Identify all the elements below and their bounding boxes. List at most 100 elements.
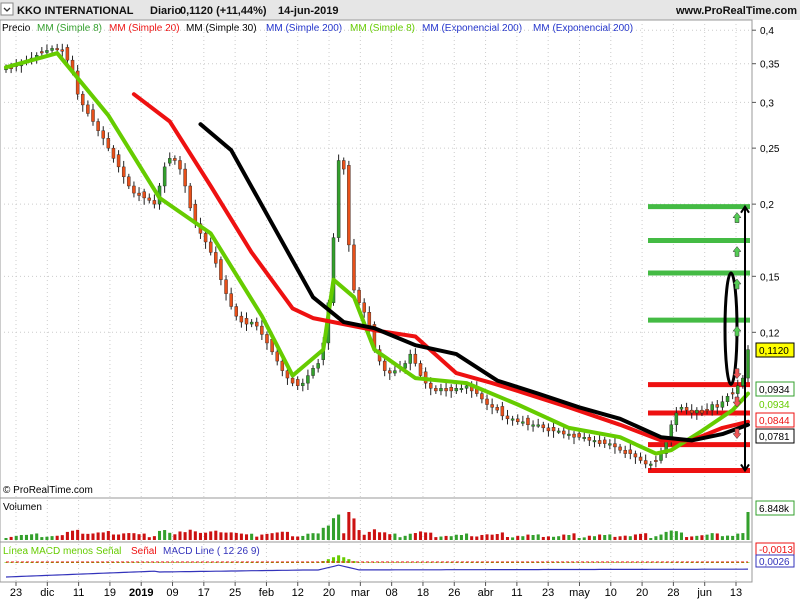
volume-bar xyxy=(132,533,136,540)
volume-bar xyxy=(618,536,622,540)
macd-legend-signal: Señal xyxy=(131,546,157,557)
volume-bar xyxy=(685,537,689,540)
candle-down xyxy=(280,360,285,371)
candle-down xyxy=(106,138,111,149)
volume-bar xyxy=(86,533,90,540)
svg-text:0,0844: 0,0844 xyxy=(759,416,790,427)
volume-bar xyxy=(347,512,351,540)
candle-down xyxy=(546,427,551,432)
volume-bar xyxy=(178,531,182,540)
candle-down xyxy=(500,406,505,417)
volume-bar xyxy=(562,534,566,540)
volume-bar xyxy=(239,533,243,540)
svg-text:-0,0013: -0,0013 xyxy=(759,545,793,556)
volume-bar xyxy=(127,533,131,540)
volume-bar xyxy=(608,534,612,540)
x-tick-label: 11 xyxy=(73,587,84,599)
volume-bar xyxy=(403,535,407,540)
candle-down xyxy=(208,241,213,253)
volume-bar xyxy=(255,536,259,540)
candle-up xyxy=(521,421,525,424)
volume-bar xyxy=(224,532,228,540)
candle-down xyxy=(434,388,438,392)
volume-bar xyxy=(613,536,617,540)
x-tick-label: 10 xyxy=(605,587,617,599)
date-label: 14-jun-2019 xyxy=(278,5,339,17)
volume-bar xyxy=(454,534,458,540)
x-tick-label: 28 xyxy=(667,587,679,599)
candle-down xyxy=(81,93,85,106)
volume-bar xyxy=(449,536,453,540)
volume-bar xyxy=(234,532,238,540)
volume-bar xyxy=(592,536,597,540)
price-label-sma8b: 0,0934 xyxy=(759,400,790,411)
volume-bar xyxy=(19,535,23,540)
volume-bar xyxy=(572,533,576,540)
candle-down xyxy=(613,443,617,448)
volume-bar xyxy=(40,537,44,540)
candle-down xyxy=(295,379,300,386)
volume-bar xyxy=(291,536,295,540)
candle-down xyxy=(178,160,182,170)
candle-up xyxy=(725,396,730,402)
candle-down xyxy=(730,392,735,395)
volume-bar xyxy=(654,536,658,540)
candle-down xyxy=(562,430,566,435)
candle-up xyxy=(567,433,571,436)
volume-bar xyxy=(418,531,423,540)
volume-value-label: 6.848k xyxy=(755,500,795,516)
volume-bar xyxy=(736,533,740,540)
collapse-icon[interactable] xyxy=(0,2,14,16)
volume-bar xyxy=(301,535,305,540)
y-tick-label: 0,12 xyxy=(760,328,780,339)
volume-bar xyxy=(357,530,361,540)
volume-bar xyxy=(649,538,653,540)
volume-bar xyxy=(306,533,310,540)
candle-up xyxy=(510,418,515,421)
candle-down xyxy=(413,353,418,364)
volume-bar xyxy=(9,536,13,540)
candle-down xyxy=(357,289,361,303)
y-tick-label: 0,15 xyxy=(760,272,780,283)
volume-bar xyxy=(70,530,75,540)
candle-down xyxy=(551,427,556,432)
volume-bar xyxy=(536,534,540,540)
volume-bar xyxy=(378,532,382,540)
candle-up xyxy=(311,368,315,376)
volume-bar xyxy=(152,536,156,540)
candle-down xyxy=(121,166,126,178)
x-tick-label: 12 xyxy=(292,587,304,599)
volume-bar xyxy=(644,533,648,540)
candle-up xyxy=(393,370,397,374)
volume-bar xyxy=(122,533,126,540)
candle-down xyxy=(290,377,295,384)
volume-bar xyxy=(14,535,18,540)
x-tick-label: 23 xyxy=(10,587,22,599)
volume-title: Volumen xyxy=(3,502,42,513)
volume-bar xyxy=(76,529,80,540)
volume-bar xyxy=(275,532,279,540)
volume-bar xyxy=(244,534,249,540)
copyright-label: © ProRealTime.com xyxy=(3,485,93,496)
volume-bar xyxy=(598,534,602,540)
volume-bar xyxy=(485,534,489,540)
volume-bar xyxy=(669,530,673,540)
candle-down xyxy=(224,279,228,294)
volume-bar xyxy=(746,512,750,540)
candle-up xyxy=(408,353,412,364)
volume-bar xyxy=(516,535,520,540)
candle-up xyxy=(336,160,341,238)
candle-up xyxy=(531,424,535,427)
candle-up xyxy=(679,407,684,410)
candle-down xyxy=(96,121,100,131)
candle-up xyxy=(746,349,750,379)
x-axis-ticks: 23 dic 11 19 2019 09 17 25 feb 12 20 mar 08 18 26 abr 11… xyxy=(10,582,742,599)
volume-bar xyxy=(424,532,428,540)
x-tick-label: 17 xyxy=(198,587,210,599)
candle-down xyxy=(705,409,709,411)
candle-down xyxy=(633,453,638,458)
candle-down xyxy=(362,302,366,313)
x-tick-label: 11 xyxy=(511,587,522,599)
candle-down xyxy=(244,318,249,325)
x-tick-label: abr xyxy=(478,587,494,599)
